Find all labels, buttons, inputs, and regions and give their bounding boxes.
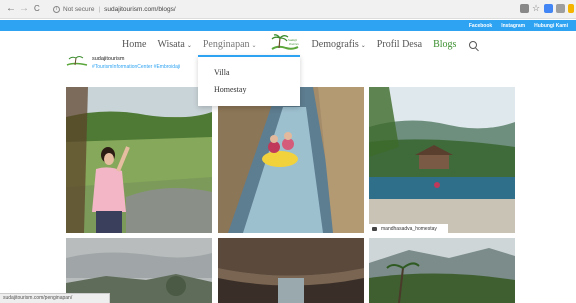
palm-logo-icon: Sudaji Tourism — [270, 34, 300, 50]
nav-item-penginapan-label: Penginapan — [202, 39, 250, 50]
reload-button[interactable]: C — [34, 3, 40, 15]
nav-item-profil-desa[interactable]: Profil Desa — [377, 39, 422, 50]
gallery-photo-valley-palms[interactable] — [369, 238, 515, 303]
nav-item-wisata[interactable]: Wisata ⌄ — [157, 39, 191, 50]
back-button[interactable]: ← — [6, 3, 16, 15]
url-separator: | — [98, 5, 101, 13]
profile-tagline[interactable]: #TourismInformationCenter #Embroidaji — [92, 64, 180, 70]
photo-caption[interactable]: mandhasadva_homestay — [368, 224, 448, 234]
url-text[interactable]: sudajitourism.com/blogs/ — [104, 6, 176, 13]
gallery-photo-infinity-pool[interactable] — [369, 87, 515, 233]
nav-item-demografis[interactable]: Demografis ⌄ — [312, 39, 366, 50]
nav-item-demografis-label: Demografis — [311, 39, 359, 50]
logo-lettering-2: Tourism — [289, 42, 300, 46]
extension-icon-3[interactable] — [568, 4, 574, 13]
star-icon[interactable]: ☆ — [532, 4, 541, 13]
gallery-photo-water-tubing[interactable] — [218, 87, 364, 233]
extension-icon[interactable] — [544, 4, 553, 13]
extension-icon-2[interactable] — [556, 4, 565, 13]
caption-text: mandhasadva_homestay — [381, 226, 437, 232]
translate-icon[interactable] — [520, 4, 529, 13]
site-logo[interactable]: Sudaji Tourism — [268, 33, 302, 51]
chevron-down-icon: ⌄ — [251, 43, 257, 49]
chevron-down-icon: ⌄ — [360, 43, 366, 49]
info-icon[interactable]: i — [53, 5, 60, 13]
profile-name[interactable]: sudajitourism — [92, 56, 124, 62]
nav-item-penginapan[interactable]: Penginapan ⌄ — [203, 39, 257, 50]
dropdown-item-villa[interactable]: Villa — [214, 68, 230, 77]
profile-logo-icon — [66, 56, 88, 66]
photo-infinity-pool — [369, 87, 515, 233]
chevron-down-icon: ⌄ — [186, 43, 192, 49]
photo-thatched-roof — [218, 238, 364, 303]
nav-item-home[interactable]: Home — [122, 39, 146, 50]
social-topbar: Facebook Instagram Hubungi Kami — [0, 20, 576, 31]
nav-item-blogs[interactable]: Blogs — [433, 39, 456, 50]
photo-woman-rice-field — [66, 87, 212, 233]
gallery-photo-thatched-roof[interactable] — [218, 238, 364, 303]
nav-item-wisata-label: Wisata — [157, 39, 185, 50]
penginapan-dropdown: Villa Homestay — [198, 55, 300, 106]
browser-toolbar: ← → C i Not secure | sudajitourism.com/b… — [0, 0, 576, 19]
photo-valley-palms — [369, 238, 515, 303]
search-icon[interactable] — [469, 40, 478, 49]
status-bar: sudajitourism.com/penginapan/ — [0, 293, 110, 303]
instagram-link[interactable]: Instagram — [501, 23, 525, 29]
address-bar[interactable]: i Not secure | sudajitourism.com/blogs/ — [53, 3, 176, 15]
camera-icon — [372, 227, 377, 231]
forward-button[interactable]: → — [19, 3, 29, 15]
main-navigation: Home Wisata ⌄ Penginapan ⌄ Sudaji Tourism … — [0, 31, 576, 55]
photo-water-tubing — [218, 87, 364, 233]
contact-link[interactable]: Hubungi Kami — [534, 23, 568, 29]
dropdown-item-homestay[interactable]: Homestay — [214, 85, 246, 94]
security-label: Not secure — [63, 5, 95, 13]
facebook-link[interactable]: Facebook — [469, 23, 492, 29]
gallery-photo-woman-rice-field[interactable] — [66, 87, 212, 233]
